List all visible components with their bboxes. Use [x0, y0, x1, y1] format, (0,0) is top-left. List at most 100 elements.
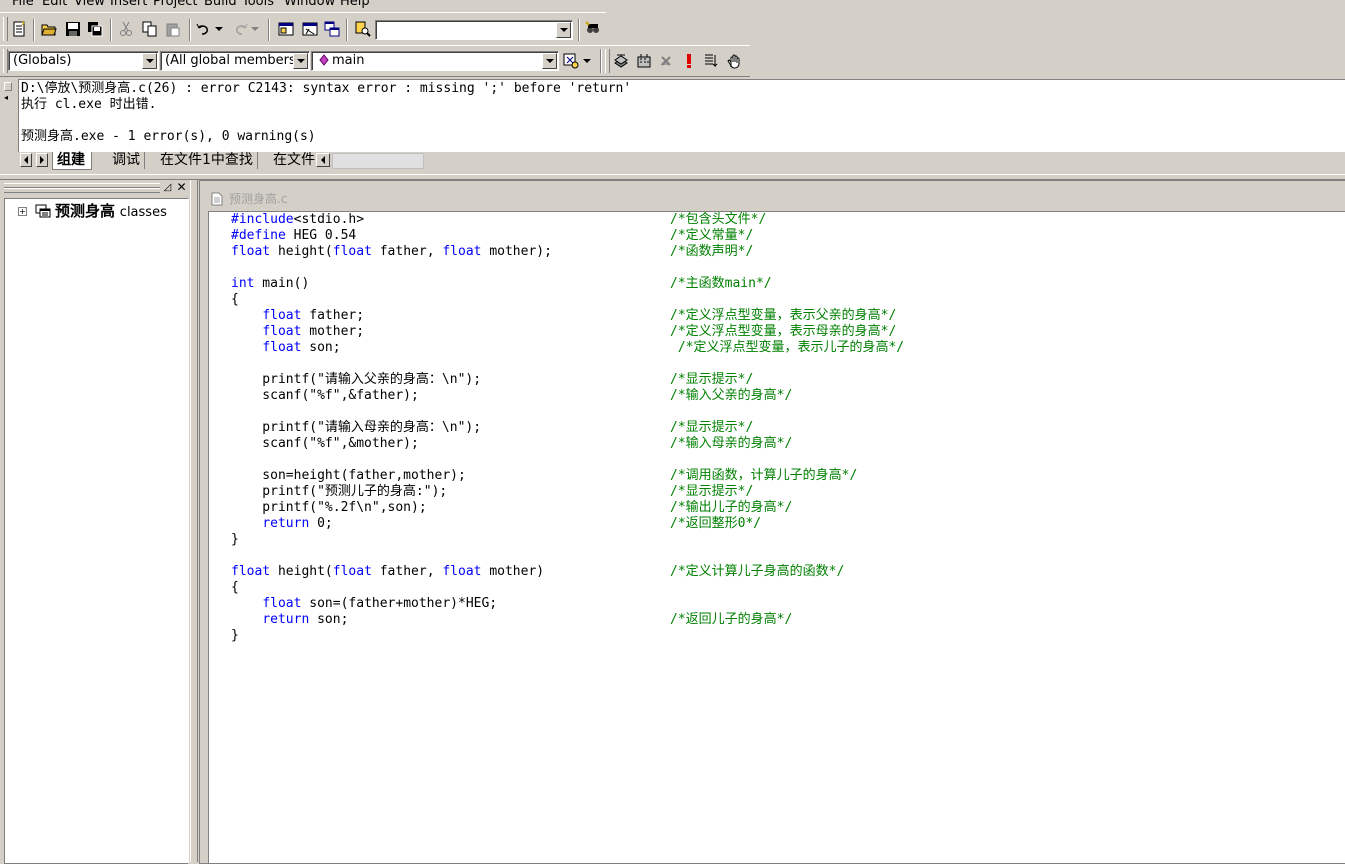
output-window[interactable]: D:\停放\预测身高.c(26) : error C2143: syntax e…	[18, 79, 1345, 152]
open-folder-icon[interactable]	[39, 19, 59, 39]
undo-icon[interactable]	[194, 19, 214, 39]
code-line[interactable]: #define HEG 0.54	[231, 228, 356, 244]
menu-tools[interactable]: Tools	[242, 0, 274, 10]
cut-icon[interactable]	[116, 19, 136, 39]
stop-build-icon[interactable]	[656, 51, 676, 71]
code-line[interactable]: printf("请输入母亲的身高：\n");	[231, 420, 481, 436]
workspace-class-view[interactable]: + 预测身高 classes	[4, 198, 189, 864]
menu-insert[interactable]: Insert	[110, 0, 147, 10]
tab-find-in-files-2[interactable]: 在文件	[269, 152, 317, 169]
code-line[interactable]: int main()	[231, 276, 309, 292]
menu-view[interactable]: View	[74, 0, 105, 10]
code-comment[interactable]: /*定义浮点型变量，表示父亲的身高*/	[670, 308, 896, 324]
output-hscrollbar[interactable]	[332, 153, 424, 169]
chevron-down-icon[interactable]	[293, 53, 308, 69]
code-line[interactable]: {	[231, 292, 239, 308]
code-line[interactable]: float height(float father, float mother)	[231, 564, 544, 580]
code-comment[interactable]: /*调用函数，计算儿子的身高*/	[670, 468, 857, 484]
pin-icon[interactable]: ◂	[4, 94, 12, 102]
code-comment[interactable]: /*定义浮点型变量，表示母亲的身高*/	[670, 324, 896, 340]
workspace-root-item[interactable]: 预测身高 classes	[55, 202, 167, 222]
toolbar-grip[interactable]	[605, 49, 610, 73]
code-line[interactable]: #include<stdio.h>	[231, 212, 364, 228]
members-combo[interactable]: (All global members	[160, 51, 310, 71]
code-comment[interactable]: /*主函数main*/	[670, 276, 772, 292]
editor-gutter[interactable]	[209, 212, 230, 862]
code-comment[interactable]: /*定义常量*/	[670, 228, 753, 244]
code-line[interactable]: {	[231, 580, 239, 596]
save-all-icon[interactable]	[85, 19, 105, 39]
output-line-error[interactable]: D:\停放\预测身高.c(26) : error C2143: syntax e…	[21, 81, 631, 97]
code-line[interactable]: printf("%.2f\n",son);	[231, 500, 426, 516]
menu-file[interactable]: File	[12, 0, 34, 10]
code-comment[interactable]: /*函数声明*/	[670, 244, 753, 260]
redo-icon[interactable]	[230, 19, 250, 39]
menu-help[interactable]: Help	[340, 0, 370, 10]
output-line-exec[interactable]: 执行 cl.exe 时出错.	[21, 97, 156, 113]
code-comment[interactable]: /*定义计算儿子身高的函数*/	[670, 564, 844, 580]
code-line[interactable]: scanf("%f",&father);	[231, 388, 419, 404]
toolbar-grip[interactable]	[3, 17, 8, 41]
tab-build[interactable]: 组建	[52, 152, 92, 170]
chevron-down-icon[interactable]	[142, 53, 157, 69]
paste-icon[interactable]	[163, 19, 183, 39]
code-line[interactable]: float mother;	[231, 324, 364, 340]
compile-icon[interactable]	[611, 51, 631, 71]
function-combo[interactable]: main	[311, 51, 559, 71]
expand-icon[interactable]: +	[18, 207, 27, 216]
code-line[interactable]: }	[231, 628, 239, 644]
code-comment[interactable]: /*显示提示*/	[670, 484, 753, 500]
wizard-action-icon[interactable]	[561, 51, 581, 71]
window-list-icon[interactable]	[322, 19, 342, 39]
workspace-window-icon[interactable]	[276, 19, 296, 39]
copy-icon[interactable]	[140, 19, 160, 39]
scope-combo[interactable]: (Globals)	[8, 51, 159, 71]
code-comment[interactable]: /*输出儿子的身高*/	[670, 500, 792, 516]
code-line[interactable]: }	[231, 532, 239, 548]
chevron-down-icon[interactable]	[556, 22, 571, 38]
code-comment[interactable]: /*显示提示*/	[670, 372, 753, 388]
save-icon[interactable]	[63, 19, 83, 39]
maximize-pane-icon[interactable]: ◿	[162, 182, 173, 193]
code-line[interactable]: son=height(father,mother);	[231, 468, 466, 484]
tab-scroll-left-icon[interactable]	[20, 153, 32, 167]
code-line[interactable]: float son;	[231, 340, 340, 356]
editor-title-bar[interactable]: 预测身高.c	[201, 188, 1345, 210]
go-icon[interactable]	[701, 51, 721, 71]
new-file-icon[interactable]	[9, 19, 29, 39]
wizard-action-dropdown-icon[interactable]	[581, 51, 593, 71]
output-line-summary[interactable]: 预测身高.exe - 1 error(s), 0 warning(s)	[21, 129, 316, 145]
tab-find-in-files-1[interactable]: 在文件1中查找	[156, 152, 258, 169]
code-text[interactable]: #include<stdio.h> /*包含头文件*/ #define HEG 0.…	[231, 212, 1341, 862]
code-comment[interactable]: /*包含头文件*/	[670, 212, 766, 228]
menu-window[interactable]: Window	[284, 0, 335, 10]
build-icon[interactable]	[634, 51, 654, 71]
code-line[interactable]: float father;	[231, 308, 364, 324]
menu-build[interactable]: Build	[204, 0, 237, 10]
code-comment[interactable]: /*返回整形0*/	[670, 516, 761, 532]
output-pane-grip[interactable]: ◂	[4, 78, 16, 172]
vertical-splitter[interactable]	[190, 180, 198, 862]
code-comment[interactable]: /*返回儿子的身高*/	[670, 612, 792, 628]
find-icon[interactable]	[583, 19, 603, 39]
code-comment[interactable]: /*输入母亲的身高*/	[670, 436, 792, 452]
output-window-icon[interactable]	[300, 19, 320, 39]
code-line[interactable]: float height(float father, float mother)…	[231, 244, 552, 260]
redo-dropdown-icon[interactable]	[250, 19, 260, 39]
find-combo[interactable]	[375, 20, 573, 40]
code-line[interactable]: return 0;	[231, 516, 332, 532]
tab-debug[interactable]: 调试	[108, 152, 145, 169]
workspace-grip[interactable]	[4, 183, 160, 193]
execute-icon[interactable]	[679, 51, 699, 71]
code-comment[interactable]: /*显示提示*/	[670, 420, 753, 436]
chevron-down-icon[interactable]	[542, 53, 557, 69]
menu-edit[interactable]: Edit	[42, 0, 67, 10]
breakpoint-hand-icon[interactable]	[724, 51, 744, 71]
code-comment[interactable]: /*输入父亲的身高*/	[670, 388, 792, 404]
code-line[interactable]: printf("预测儿子的身高:");	[231, 484, 447, 500]
undo-dropdown-icon[interactable]	[214, 19, 224, 39]
code-line[interactable]: float son=(father+mother)*HEG;	[231, 596, 497, 612]
tab-scroll-right-icon[interactable]	[36, 153, 48, 167]
find-in-files-icon[interactable]	[353, 19, 373, 39]
code-line[interactable]: return son;	[231, 612, 348, 628]
